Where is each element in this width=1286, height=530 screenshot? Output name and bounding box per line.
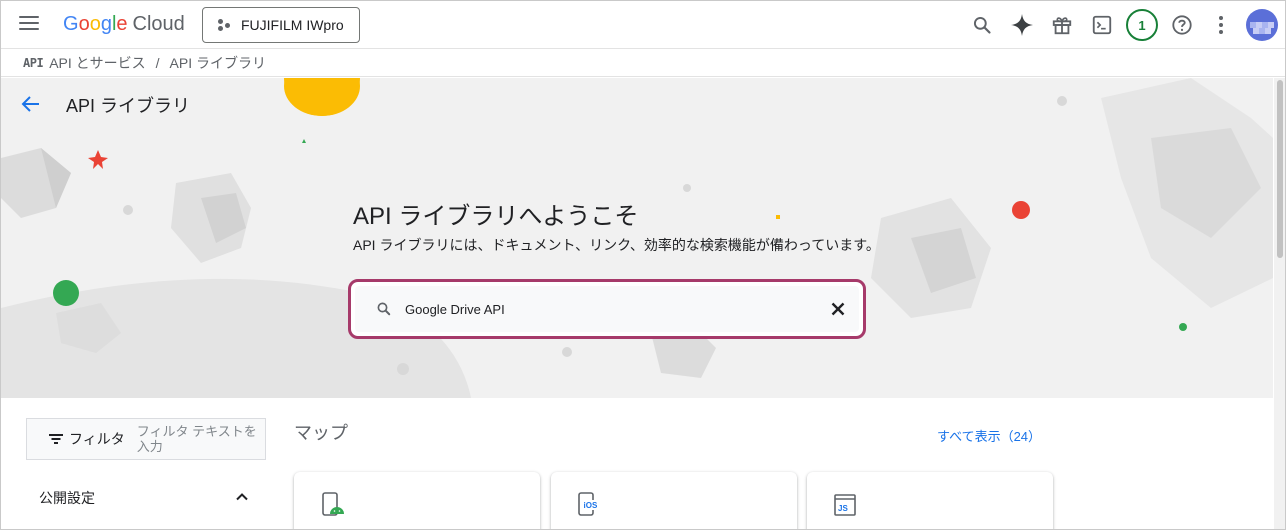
notification-badge[interactable]: 1 [1126, 9, 1158, 41]
android-maps-icon [322, 492, 344, 516]
clear-search-icon[interactable] [827, 298, 849, 320]
app-window: Google Cloud FUJIFILM IWpro 1 API API とサ… [0, 0, 1286, 530]
google-cloud-logo[interactable]: Google Cloud [63, 13, 185, 36]
api-badge-icon: API [23, 55, 44, 70]
filter-text-input[interactable]: フィルタ テキストを入力 [137, 424, 263, 454]
api-card-maps-javascript[interactable]: JS [807, 472, 1053, 529]
gift-icon[interactable] [1047, 10, 1077, 40]
api-search-input[interactable] [405, 295, 825, 323]
page-title: API ライブラリ [66, 96, 191, 116]
project-name: FUJIFILM IWpro [241, 17, 344, 33]
search-icon[interactable] [967, 10, 997, 40]
welcome-subtitle: API ライブラリには、ドキュメント、リンク、効率的な検索機能が備わっています。 [353, 237, 880, 253]
top-bar: Google Cloud FUJIFILM IWpro 1 [1, 1, 1285, 49]
logo-cloud-text: Cloud [132, 13, 185, 35]
filter-bar: フィルタ フィルタ テキストを入力 [26, 418, 266, 460]
breadcrumb: API API とサービス / API ライブラリ [1, 49, 1285, 77]
visibility-section-heading: 公開設定 [39, 490, 95, 506]
filter-list-icon [49, 433, 63, 445]
welcome-heading: API ライブラリへようこそ [353, 203, 639, 230]
help-icon[interactable] [1167, 10, 1197, 40]
hero-banner: API ライブラリ API ライブラリへようこそ API ライブラリには、ドキュ… [1, 78, 1273, 398]
back-arrow-icon[interactable] [19, 92, 43, 116]
api-search-field [355, 286, 859, 332]
logo-google-text: Google [63, 13, 128, 35]
ios-maps-icon: iOS [578, 492, 601, 516]
show-all-link[interactable]: すべて表示（24） [937, 426, 1041, 445]
page-scrollbar[interactable] [1274, 78, 1285, 529]
breadcrumb-item-apis-services[interactable]: API とサービス [49, 53, 145, 73]
more-vert-icon[interactable] [1206, 10, 1236, 40]
breadcrumb-separator: / [155, 54, 160, 71]
js-maps-icon: JS [834, 494, 856, 516]
project-icon [217, 18, 231, 32]
breadcrumb-item-api-library: API ライブラリ [169, 54, 267, 71]
gemini-spark-icon[interactable] [1007, 10, 1037, 40]
api-card-maps-android[interactable] [294, 472, 540, 529]
maps-section-title: マップ [294, 423, 348, 443]
account-avatar[interactable] [1246, 9, 1278, 41]
api-card-maps-ios[interactable]: iOS [551, 472, 797, 529]
project-selector-button[interactable]: FUJIFILM IWpro [202, 7, 360, 43]
ios-icon-label: iOS [584, 501, 598, 510]
filter-label: フィルタ [69, 431, 125, 447]
search-field-icon [377, 302, 391, 316]
api-search-box [348, 279, 866, 339]
js-icon-label: JS [838, 504, 848, 513]
chevron-up-icon[interactable] [232, 487, 252, 507]
cloud-shell-terminal-icon[interactable] [1087, 10, 1117, 40]
main-menu-icon[interactable] [19, 16, 39, 32]
scrollbar-thumb[interactable] [1277, 80, 1283, 258]
